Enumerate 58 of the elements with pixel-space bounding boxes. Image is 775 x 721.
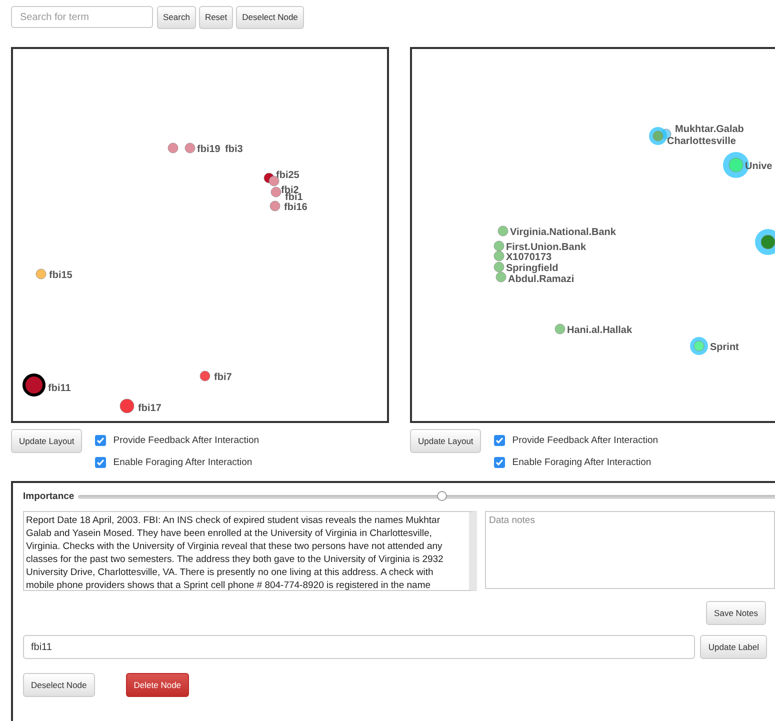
importance-label: Importance xyxy=(23,491,74,502)
graph-node[interactable] xyxy=(498,226,508,236)
checkbox[interactable] xyxy=(494,435,506,446)
graph-node[interactable] xyxy=(496,272,506,282)
graph-node[interactable] xyxy=(494,240,504,252)
graph-node[interactable] xyxy=(22,374,46,396)
checkbox-label: Enable Foraging After Interaction xyxy=(113,457,252,468)
graph-node[interactable] xyxy=(494,262,504,272)
graph-node[interactable] xyxy=(554,324,566,334)
node-label: Hani.al.Hallak xyxy=(567,325,632,336)
graph-node[interactable] xyxy=(760,234,775,250)
notes-field[interactable]: Data notes xyxy=(485,511,775,589)
node-label: X1070173 xyxy=(506,252,552,263)
deselect-node-button[interactable]: Deselect Node xyxy=(23,673,95,697)
checkbox[interactable] xyxy=(95,457,106,468)
graph-node[interactable] xyxy=(270,186,282,198)
update-layout-button[interactable]: Update Layout xyxy=(410,429,482,453)
node-label: Charlottesville xyxy=(667,136,736,147)
graph-node[interactable] xyxy=(184,142,196,154)
node-label: Abdul.Ramazi xyxy=(508,274,574,285)
graph-node[interactable] xyxy=(200,370,210,382)
toolbar-button[interactable]: Deselect Node xyxy=(236,6,304,28)
graph-node[interactable] xyxy=(120,398,134,414)
graph-node[interactable] xyxy=(36,268,46,280)
node-label: Sprint xyxy=(710,342,739,353)
slider-thumb[interactable] xyxy=(436,490,447,500)
node-label: fbi15 xyxy=(49,270,72,281)
graph-node[interactable] xyxy=(694,340,704,352)
node-label: Virginia.National.Bank xyxy=(510,227,616,238)
node-label: fbi16 xyxy=(284,202,308,213)
checkbox-label: Provide Feedback After Interaction xyxy=(512,435,658,446)
update-label-button[interactable]: Update Label xyxy=(700,635,767,659)
node-label: fbi3 xyxy=(225,144,243,155)
graph-node[interactable] xyxy=(168,142,178,154)
report-text: Report Date 18 April, 2003. FBI: An INS check of expired student visas reveals the names Mukhtar Galab and Yasein Mosed. They have been enrolled at the University of Virginia in Charlottesville, Virginia. Checks with the University of Virginia reveal that these two persons have not attended any classes for the past two semesters. The address they both gave to the University of Virginia is 2932 University Drive, Charlottesville, VA. There is presently no one living at this address. A check with mobile phone providers shows that a Sprint cell phone # 804-774-8920 is registered in the name xyxy=(23,511,477,591)
graph-node[interactable] xyxy=(652,130,664,142)
graph-node[interactable] xyxy=(270,200,280,212)
search-field[interactable]: Search for term xyxy=(11,6,153,28)
node-label: Springfield xyxy=(506,263,558,274)
node-label: fbi7 xyxy=(214,372,232,383)
update-layout-button[interactable]: Update Layout xyxy=(11,429,82,453)
label-field[interactable]: fbi11 xyxy=(23,635,696,659)
node-label: fbi17 xyxy=(138,403,162,414)
save-notes-button[interactable]: Save Notes xyxy=(706,601,766,625)
node-label: fbi25 xyxy=(276,170,300,181)
checkbox-label: Enable Foraging After Interaction xyxy=(512,457,652,468)
node-label: Mukhtar.Galab xyxy=(675,124,744,135)
checkbox[interactable] xyxy=(494,457,506,468)
graph-node[interactable] xyxy=(728,158,744,172)
toolbar-button[interactable]: Search xyxy=(157,6,196,28)
node-label: First.Union.Bank xyxy=(506,242,586,253)
toolbar-button[interactable]: Reset xyxy=(198,6,234,28)
node-label: fbi11 xyxy=(48,383,71,394)
delete-node-button[interactable]: Delete Node xyxy=(126,673,190,697)
checkbox-label: Provide Feedback After Interaction xyxy=(113,435,260,446)
node-label: fbi19 xyxy=(197,144,220,155)
checkbox[interactable] xyxy=(95,435,106,446)
graph-node[interactable] xyxy=(494,250,504,262)
